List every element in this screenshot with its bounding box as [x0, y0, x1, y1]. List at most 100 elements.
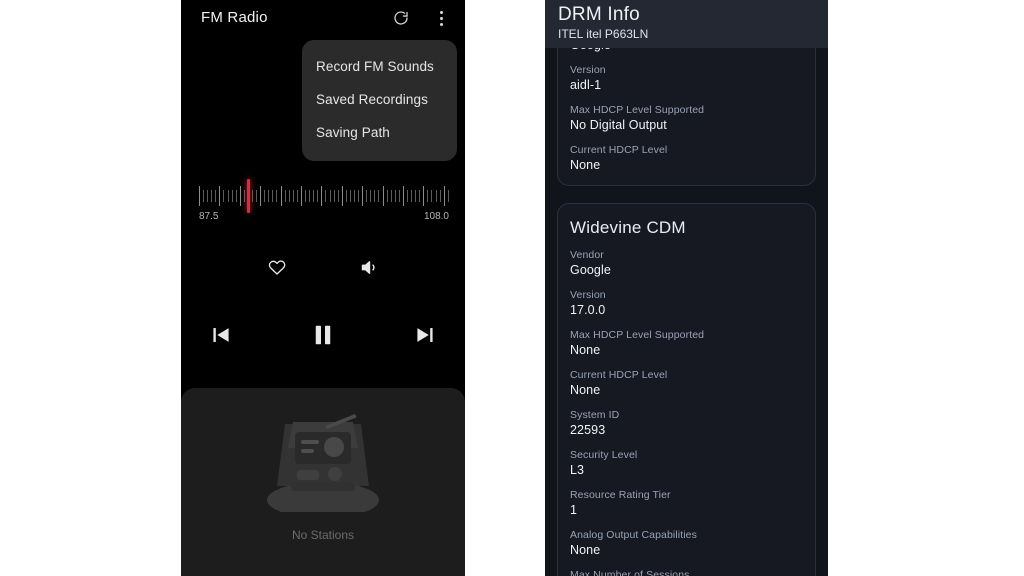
dial-tick [333, 190, 335, 202]
field-value: 1 [570, 503, 578, 517]
dial-tick [447, 190, 449, 202]
dial-tick [317, 190, 319, 202]
page-title: DRM Info [558, 4, 640, 25]
field-key: Max HDCP Level Supported [570, 329, 705, 341]
dial-tick [260, 186, 262, 206]
appbar-actions [389, 6, 453, 30]
field-key: Version [570, 64, 606, 76]
dial-tick [415, 190, 417, 202]
dial-tick [215, 190, 217, 202]
field-key: Max Number of Sessions [570, 569, 690, 576]
dial-tick [207, 190, 209, 202]
dial-tick [443, 186, 445, 206]
heart-icon[interactable] [262, 252, 292, 282]
field-key: Resource Rating Tier [570, 489, 671, 501]
dial-tick [325, 190, 327, 202]
overflow-dots [439, 10, 443, 26]
field-vendor: Vendor Google [570, 248, 803, 279]
skip-previous-icon[interactable] [201, 315, 241, 355]
menu-item-record-fm-sounds[interactable]: Record FM Sounds [302, 50, 457, 83]
field-key: Analog Output Capabilities [570, 529, 697, 541]
drm-info-header: DRM Info ITEL itel P663LN [545, 0, 828, 48]
field-value: 22593 [570, 423, 606, 437]
dial-tick [321, 186, 323, 206]
dial-tick [349, 190, 351, 202]
field-max-hdcp-level-supported: Max HDCP Level Supported None [570, 328, 803, 359]
field-key: System ID [570, 409, 620, 421]
fm-radio-panel: FM Radio 9 Record FM Sounds Saved Recor [181, 0, 465, 576]
dial-tick [296, 190, 298, 202]
dial-tick [341, 186, 343, 206]
dial-tick [398, 190, 400, 202]
field-resource-rating-tier: Resource Rating Tier 1 [570, 488, 803, 519]
dial-tick [243, 190, 245, 202]
field-value: Google [570, 263, 611, 277]
overflow-menu-popup: Record FM Sounds Saved Recordings Saving… [302, 40, 457, 161]
field-current-hdcp-level: Current HDCP Level None [570, 368, 803, 399]
radio-illustration [267, 414, 379, 512]
overflow-menu-icon[interactable] [429, 6, 453, 30]
dial-tick [223, 190, 225, 202]
field-value: None [570, 543, 601, 557]
dial-tick [264, 190, 266, 202]
dial-tick [394, 190, 396, 202]
dial-tick [402, 186, 404, 206]
menu-item-saving-path[interactable]: Saving Path [302, 116, 457, 149]
dial-tick [227, 190, 229, 202]
dial-tick [309, 190, 311, 202]
volume-icon[interactable] [354, 252, 384, 282]
field-value: None [570, 158, 601, 172]
fm-radio-appbar: FM Radio [181, 0, 465, 38]
dial-tick [235, 190, 237, 202]
menu-item-saved-recordings[interactable]: Saved Recordings [302, 83, 457, 116]
field-value: None [570, 383, 601, 397]
skip-next-icon[interactable] [405, 315, 445, 355]
field-key: Security Level [570, 449, 638, 461]
field-key: Vendor [570, 249, 604, 261]
dial-tick [272, 190, 274, 202]
dial-tick [256, 190, 258, 202]
field-value: aidl-1 [570, 78, 602, 92]
dial-tick [288, 190, 290, 202]
dial-range-labels: 87.5 108.0 [199, 211, 449, 222]
card-title: Widevine CDM [570, 218, 686, 237]
dial-tick [239, 186, 241, 206]
field-version: Version 17.0.0 [570, 288, 803, 319]
field-key: Version [570, 289, 606, 301]
dial-tick [427, 190, 429, 202]
transport-controls [181, 315, 465, 355]
dial-tick [305, 190, 307, 202]
dial-ticks [199, 183, 449, 209]
field-value: No Digital Output [570, 118, 667, 132]
field-current-hdcp-level: Current HDCP Level None [570, 143, 803, 174]
drm-scroll-area[interactable]: Vendor Google Version aidl-1 Max HDCP Le… [545, 0, 828, 576]
no-stations-label: No Stations [291, 528, 355, 542]
dial-tick [366, 190, 368, 202]
dial-tick [419, 190, 421, 202]
field-value: L3 [570, 463, 585, 477]
dial-tick [374, 190, 376, 202]
dial-needle[interactable] [246, 179, 250, 213]
dial-tick [362, 186, 364, 206]
field-value: 17.0.0 [570, 303, 606, 317]
dial-tick [280, 186, 282, 206]
dial-tick [370, 190, 372, 202]
dial-tick [345, 190, 347, 202]
dial-tick [231, 190, 233, 202]
frequency-dial[interactable]: 87.5 108.0 [181, 179, 465, 233]
station-list-empty-state: No Stations [181, 388, 465, 576]
dial-tick [353, 190, 355, 202]
field-security-level: Security Level L3 [570, 448, 803, 479]
screenshot-stage: FM Radio 9 Record FM Sounds Saved Recor [0, 0, 1024, 576]
pause-icon[interactable] [303, 315, 343, 355]
dial-tick [431, 190, 433, 202]
field-key: Current HDCP Level [570, 144, 668, 156]
dial-tick [268, 190, 270, 202]
drm-card-device: Vendor Google Version aidl-1 Max HDCP Le… [557, 30, 816, 186]
dial-tick [211, 190, 213, 202]
dial-tick [382, 186, 384, 206]
field-version: Version aidl-1 [570, 63, 803, 94]
dial-tick [378, 190, 380, 202]
refresh-scan-icon[interactable] [389, 6, 413, 30]
dial-tick [252, 190, 254, 202]
